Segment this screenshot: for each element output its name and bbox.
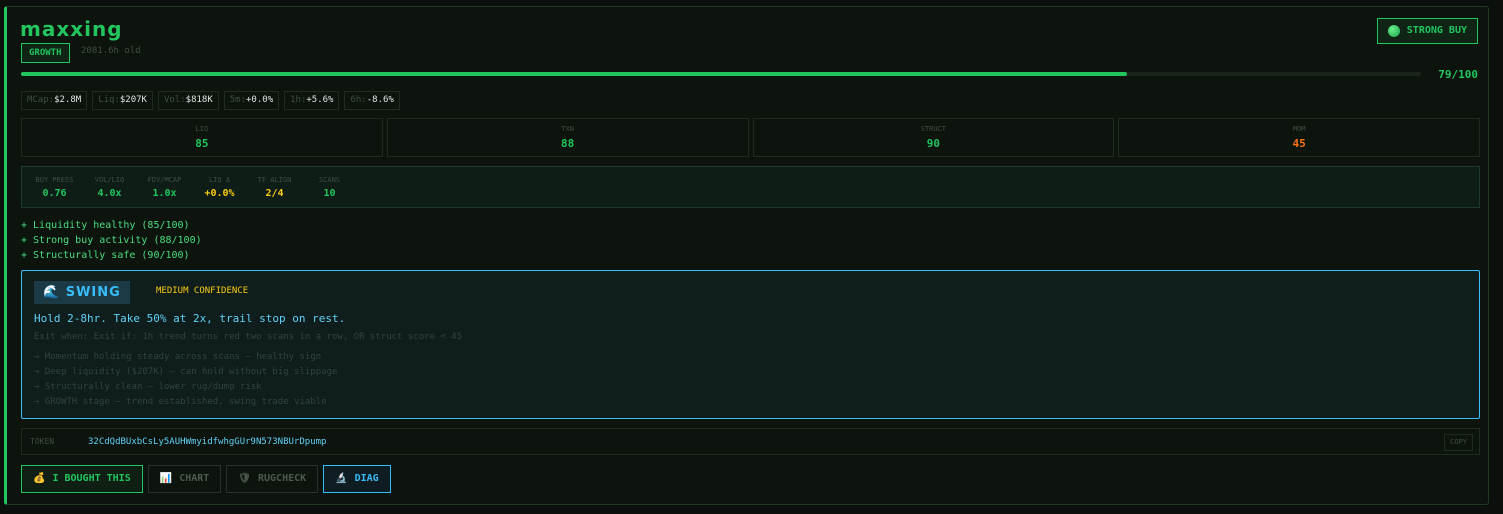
confidence-label: MEDIUM CONFIDENCE [156, 286, 249, 296]
signal-button[interactable]: STRONG BUY [1376, 18, 1478, 44]
reason-list: + Liquidity healthy (85/100) + Strong bu… [21, 218, 202, 263]
reason-item: + Structurally safe (90/100) [21, 250, 190, 261]
stat-vol-liq: VOL/LIQ 4.0x [94, 176, 125, 199]
shield-icon: 🛡 [238, 473, 251, 484]
strategy-note: → GROWTH stage — trend established, swin… [34, 397, 327, 407]
token-age: 2081.6h old [81, 46, 141, 56]
strategy-note: → Structurally clean — lower rug/dump ri… [34, 382, 262, 392]
strategy-panel: 🌊 SWING MEDIUM CONFIDENCE Hold 2-8hr. Ta… [21, 270, 1480, 419]
metric-chip-5m: 5m:+0.0% [223, 91, 280, 110]
subscore-txn: TXN 88 [386, 118, 749, 157]
stat-scans: SCANS 10 [318, 176, 341, 199]
token-name: maxxing [20, 17, 123, 41]
exit-rule: Exit when: Exit if: 1h trend turns red t… [34, 332, 463, 342]
token-address-label: TOKEN [30, 437, 55, 446]
strategy-note: → Deep liquidity ($207K) — can hold with… [34, 367, 338, 377]
metric-chip-mcap: MCap:$2.8M [21, 91, 88, 110]
subscore-struct: STRUCT 90 [752, 118, 1115, 157]
subscore-liq: LIQ 85 [21, 118, 383, 157]
metric-chip-vol: Vol:$818K [157, 91, 219, 110]
stats-panel: BUY PRESS 0.76 VOL/LIQ 4.0x FDV/MCAP 1.0x L… [21, 166, 1480, 208]
stat-fdv-mcap: FDV/MCAP 1.0x [147, 176, 182, 199]
score-bar-fill [21, 72, 1127, 76]
action-bar: 💰 I BOUGHT THIS 📊 CHART 🛡 RUGCHECK 🔬 DIA… [21, 465, 391, 493]
metric-chip-6h: 6h:-8.6% [344, 91, 400, 110]
stat-tf-align: TF ALIGN 2/4 [257, 176, 292, 199]
strategy-note: → Momentum holding steady across scans —… [34, 352, 322, 362]
diag-button[interactable]: 🔬 DIAG [323, 465, 391, 493]
bought-button[interactable]: 💰 I BOUGHT THIS [21, 465, 143, 493]
chart-button[interactable]: 📊 CHART [147, 465, 222, 493]
copy-button[interactable]: COPY [1444, 434, 1473, 451]
metric-chip-1h: 1h:+5.6% [284, 91, 340, 110]
strategy-badge: 🌊 SWING [34, 281, 130, 304]
reason-item: + Strong buy activity (88/100) [21, 235, 202, 246]
metric-chips: MCap:$2.8M Liq:$207K Vol:$818K 5m:+0.0% … [21, 91, 400, 110]
reason-item: + Liquidity healthy (85/100) [21, 220, 190, 231]
strategy-plan: Hold 2-8hr. Take 50% at 2x, trail stop o… [34, 312, 346, 325]
score-bar [21, 72, 1421, 76]
status-dot-icon [1387, 25, 1400, 37]
subscore-mom: MOM 45 [1118, 118, 1480, 157]
stat-liq-delta: LIQ Δ +0.0% [204, 176, 235, 199]
subscore-row: LIQ 85 TXN 88 STRUCT 90 MOM 45 [21, 118, 1480, 157]
strategy-notes: → Momentum holding steady across scans —… [34, 350, 337, 410]
token-address[interactable]: 32CdQdBUxbCsLy5AUHWmyidfwhgGUr9N573NBUrD… [88, 437, 326, 447]
rugcheck-button[interactable]: 🛡 RUGCHECK [226, 465, 319, 493]
stat-buy-press: BUY PRESS 0.76 [35, 176, 74, 199]
microscope-icon: 🔬 [335, 473, 348, 484]
signal-label: STRONG BUY [1406, 25, 1467, 36]
money-bag-icon: 💰 [33, 473, 46, 484]
score-value: 79/100 [1438, 68, 1478, 81]
stage-badge: GROWTH [21, 43, 70, 63]
metric-chip-liq: Liq:$207K [92, 91, 153, 110]
token-address-row: TOKEN 32CdQdBUxbCsLy5AUHWmyidfwhgGUr9N57… [21, 428, 1480, 455]
bar-chart-icon: 📊 [159, 473, 173, 484]
token-card: maxxing GROWTH 2081.6h old STRONG BUY 79… [4, 6, 1489, 505]
